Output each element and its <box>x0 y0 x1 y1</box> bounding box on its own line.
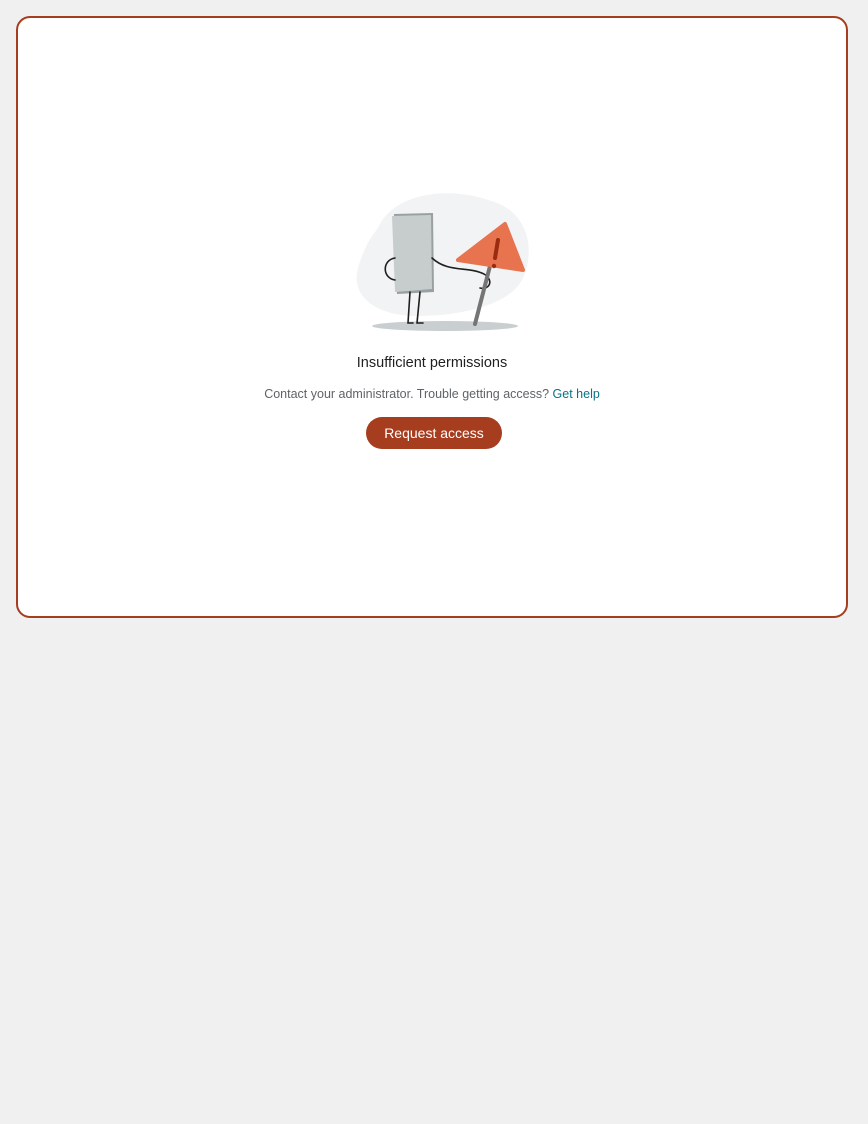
dialog-title: Insufficient permissions <box>356 355 508 371</box>
request-access-button[interactable]: Request access <box>366 417 502 449</box>
dialog-message: Contact your administrator. Trouble gett… <box>18 387 846 401</box>
permission-dialog-card: Insufficient permissions Contact your ad… <box>16 16 848 618</box>
dialog-message-text: Contact your administrator. Trouble gett… <box>264 387 550 401</box>
warning-sign-character-icon <box>356 193 529 331</box>
get-help-link[interactable]: Get help <box>553 387 600 401</box>
